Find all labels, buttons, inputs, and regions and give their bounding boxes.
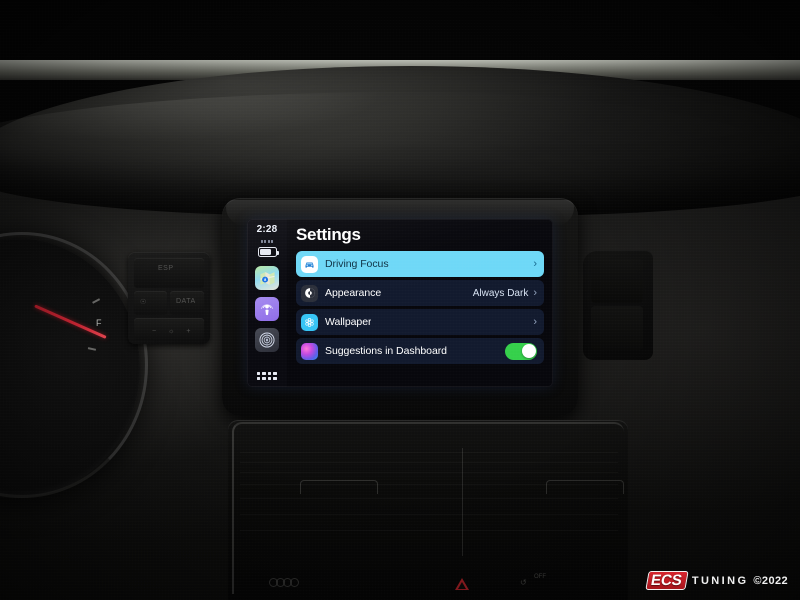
tuning-text: TUNING (691, 574, 749, 587)
vent-slat (240, 514, 618, 515)
settings-row-driving-focus[interactable]: Driving Focus › (296, 251, 544, 277)
vent-slat (240, 472, 618, 473)
esp-glyph-icon: ESP (158, 265, 174, 272)
ecs-tuning-watermark: ECS TUNING ©2022 (645, 571, 788, 590)
settings-row-wallpaper[interactable]: Wallpaper › (296, 309, 544, 335)
hvac-off-label: OFF (534, 574, 546, 580)
wallpaper-flower-icon (301, 313, 318, 331)
fuel-full-label: F (96, 318, 102, 328)
settings-row-suggestions-in-dashboard[interactable]: Suggestions in Dashboard (296, 338, 544, 364)
settings-list: Driving Focus › Appearance Always Dark ›… (296, 251, 544, 364)
settings-row-label: Wallpaper (325, 316, 372, 328)
page-title: Settings (296, 225, 361, 244)
settings-row-value: Always Dark (472, 287, 529, 299)
podcasts-app-icon[interactable] (255, 297, 279, 321)
pod-button-esp[interactable] (134, 258, 204, 288)
vent-slat (240, 462, 618, 463)
discover-app-icon[interactable] (255, 328, 279, 352)
siri-orb-icon (301, 342, 318, 360)
vent-slat (240, 452, 618, 453)
status-time: 2:28 (256, 224, 278, 235)
maps-app-icon[interactable] (255, 266, 279, 290)
car-icon (301, 255, 318, 273)
signal-dots-icon (260, 240, 274, 243)
settings-row-label: Appearance (325, 287, 382, 299)
settings-row-label: Driving Focus (325, 258, 389, 270)
brightness-glyph-icon: − ☼ + (152, 328, 196, 335)
vent-chrome-trim (232, 422, 624, 594)
ecs-logo-badge: ECS (645, 571, 689, 590)
copyright-text: ©2022 (753, 574, 788, 587)
contrast-circle-icon (301, 284, 318, 302)
chevron-right-icon: › (533, 286, 537, 299)
chevron-right-icon: › (533, 315, 537, 328)
vent-louver-left[interactable] (300, 480, 378, 494)
battery-icon (257, 247, 279, 257)
vent-divider (462, 448, 463, 556)
lock-glyph-icon: ☉ (140, 299, 147, 306)
carplay-screen[interactable]: 2:28 Settings Driving Focus › Appearance… (247, 219, 553, 387)
settings-row-appearance[interactable]: Appearance Always Dark › (296, 280, 544, 306)
suggestions-toggle[interactable] (505, 342, 537, 360)
right-switch-pod[interactable] (583, 250, 653, 360)
chevron-right-icon: › (533, 257, 537, 270)
recirculate-glyph-icon: ↺ (520, 578, 527, 587)
right-pod-button-upper[interactable] (591, 259, 643, 303)
vent-slat (240, 498, 618, 499)
right-pod-button-lower[interactable] (591, 306, 643, 350)
vent-louver-right[interactable] (546, 480, 624, 494)
four-rings-badge (269, 578, 299, 587)
dashboard-top-highlight (0, 92, 800, 212)
data-glyph-label: DATA (176, 298, 196, 305)
hazard-triangle-inner (458, 582, 466, 589)
pod-button-lock[interactable] (134, 291, 167, 315)
photo-scene: F ESP DATA ☉ − ☼ + 2:28 Settings Driving… (0, 0, 800, 600)
settings-row-label: Suggestions in Dashboard (325, 345, 447, 357)
ecs-logo-text: ECS (649, 572, 684, 589)
vent-slat (240, 530, 618, 531)
app-grid-button[interactable] (257, 371, 277, 380)
carplay-sidebar: 2:28 (247, 219, 287, 387)
carplay-main-panel: Settings Driving Focus › Appearance Alwa… (287, 219, 553, 387)
